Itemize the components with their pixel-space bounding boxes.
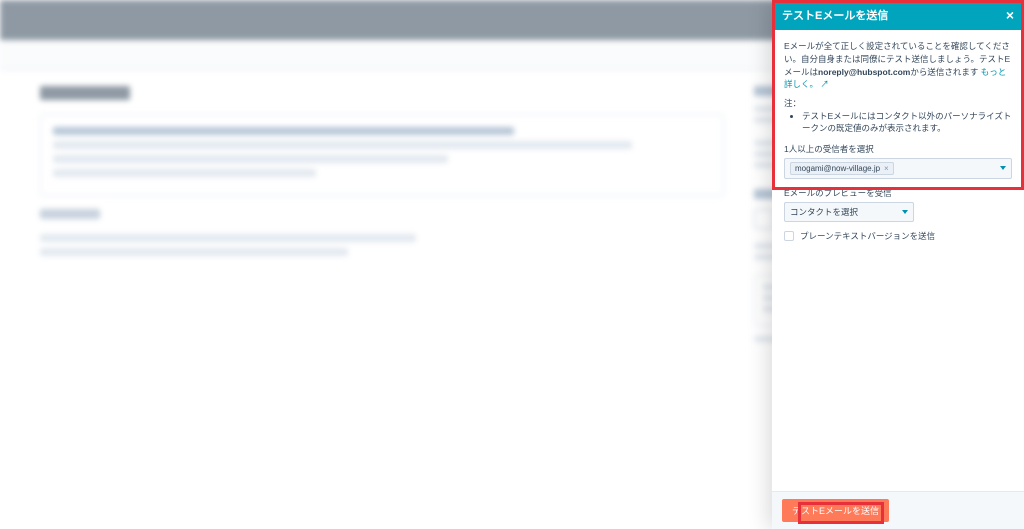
chevron-down-icon xyxy=(1000,166,1006,170)
panel-body: Eメールが全て正しく設定されていることを確認してください。自分自身または同僚にテ… xyxy=(772,30,1024,491)
note-list: テストEメールにはコンタクト以外のパーソナライズトークンの既定値のみが表示されま… xyxy=(802,111,1012,135)
recipient-chip: mogami@now-village.jp × xyxy=(790,162,894,175)
plaintext-label: プレーンテキストバージョンを送信 xyxy=(800,230,935,242)
panel-title: テストEメールを送信 xyxy=(782,7,888,23)
preview-placeholder: コンタクトを選択 xyxy=(790,206,858,218)
panel-footer: テストEメールを送信 xyxy=(772,491,1024,529)
plaintext-row[interactable]: プレーンテキストバージョンを送信 xyxy=(784,230,1012,242)
preview-contact-select[interactable]: コンタクトを選択 xyxy=(784,202,914,222)
note-item: テストEメールにはコンタクト以外のパーソナライズトークンの既定値のみが表示されま… xyxy=(802,111,1012,135)
recipients-label: 1人以上の受信者を選択 xyxy=(784,143,1012,155)
external-link-icon: ↗ xyxy=(820,79,829,89)
close-icon[interactable]: × xyxy=(1006,8,1014,22)
plaintext-checkbox[interactable] xyxy=(784,231,794,241)
intro-sender: noreply@hubspot.com xyxy=(818,67,910,77)
chip-remove-icon[interactable]: × xyxy=(884,164,889,173)
chevron-down-icon xyxy=(902,210,908,214)
preview-label: Eメールのプレビューを受信 xyxy=(784,187,1012,199)
recipient-chip-text: mogami@now-village.jp xyxy=(795,164,880,173)
intro-part2: から送信されます xyxy=(910,67,978,77)
send-test-email-button[interactable]: テストEメールを送信 xyxy=(782,499,889,522)
recipients-select[interactable]: mogami@now-village.jp × xyxy=(784,158,1012,179)
intro-text: Eメールが全て正しく設定されていることを確認してください。自分自身または同僚にテ… xyxy=(784,40,1012,91)
panel-header: テストEメールを送信 × xyxy=(772,0,1024,30)
test-email-panel: テストEメールを送信 × Eメールが全て正しく設定されていることを確認してくださ… xyxy=(772,0,1024,529)
note-label: 注： xyxy=(784,97,1012,109)
